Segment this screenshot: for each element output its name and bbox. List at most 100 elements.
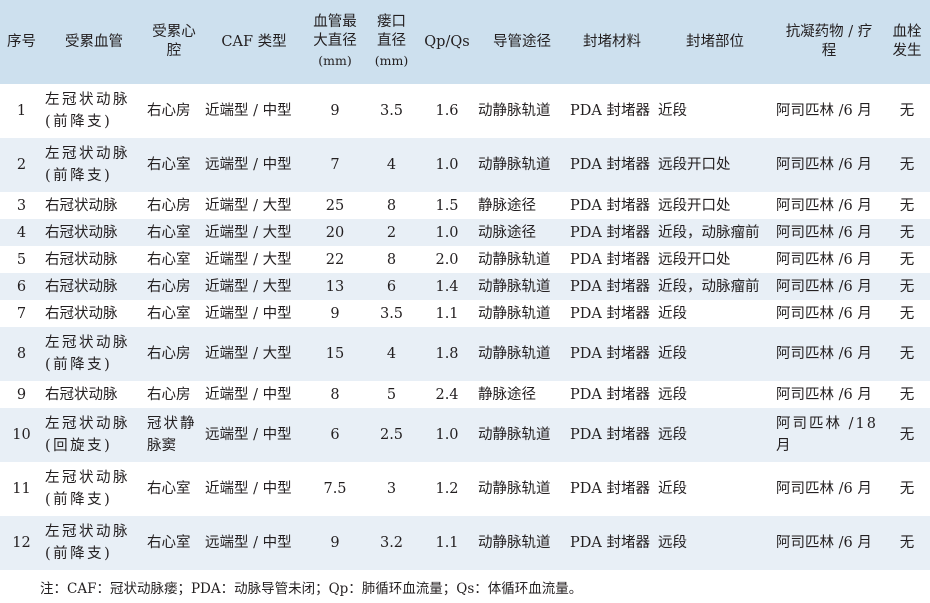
cell-caf-type: 远端型 / 中型 — [203, 516, 305, 570]
cell-text: 左冠状动脉 — [45, 470, 130, 486]
cell-text: 22 — [325, 251, 345, 268]
cell-text: 6 — [16, 278, 27, 295]
header-text: 瘘口 — [377, 14, 406, 30]
cell-text: (前降支) — [45, 114, 113, 130]
cell-no: 2 — [0, 138, 43, 192]
cell-text: 无 — [899, 157, 915, 173]
cell-text: 13 — [325, 278, 345, 295]
cell-fistula-diameter: 8 — [365, 246, 418, 273]
cell-text: PDA 封堵器 — [570, 224, 650, 241]
header-col-occluder-material: 封堵材料 — [568, 0, 656, 84]
cell-thrombus: 无 — [884, 408, 930, 462]
cell-thrombus: 无 — [884, 516, 930, 570]
cell-catheter-route: 动静脉轨道 — [476, 327, 568, 381]
header-text: 血管最 — [313, 14, 357, 30]
cell-text: 近段 — [658, 305, 687, 322]
cell-no: 1 — [0, 84, 43, 138]
cell-fistula-diameter: 3.2 — [365, 516, 418, 570]
cell-text: 右心室 — [147, 535, 191, 551]
cell-text: PDA 封堵器 — [570, 386, 650, 403]
cell-catheter-route: 动静脉轨道 — [476, 273, 568, 300]
cell-text: PDA 封堵器 — [570, 103, 650, 119]
cell-chamber: 右心房 — [145, 192, 203, 219]
cell-caf-type: 近端型 / 中型 — [203, 381, 305, 408]
cell-text: 右冠状动脉 — [45, 386, 118, 403]
cell-vessel-max-diameter: 7 — [305, 138, 365, 192]
cell-text: 远段 — [658, 535, 687, 551]
cell-qpqs: 1.0 — [418, 408, 476, 462]
cell-text: 阿司匹林 /6 月 — [776, 481, 872, 497]
header-text: 程 — [821, 43, 837, 59]
data-table-container: 序号 受累血管 受累心腔 CAF 类型 血管最 大直径 (mm) 瘘口 直径 (mm) Qp/Qs 导… — [0, 0, 930, 570]
cell-text: 脉窦 — [147, 438, 176, 454]
cell-text: 动静脉轨道 — [478, 251, 551, 268]
cell-occluder-material: PDA 封堵器 — [568, 273, 656, 300]
cell-text: 右心房 — [147, 103, 191, 119]
cell-no: 10 — [0, 408, 43, 462]
cell-text: 左冠状动脉 — [45, 524, 130, 540]
cell-text: 4 — [386, 346, 397, 362]
header-text: 受累血管 — [65, 33, 123, 50]
cell-text: 1.1 — [435, 535, 459, 551]
cell-text: PDA 封堵器 — [570, 481, 650, 497]
cell-text: 2 — [386, 224, 397, 241]
header-text: 受累心 — [152, 24, 196, 40]
cell-vessel: 右冠状动脉 — [43, 381, 145, 408]
cell-caf-type: 近端型 / 大型 — [203, 192, 305, 219]
cell-text: 1.1 — [435, 305, 459, 322]
table-row: 5 右冠状动脉 右心室 近端型 / 大型 22 8 2.0 动静脉轨道 PDA 封堵器 远段开口处… — [0, 246, 930, 273]
cell-text: 右心室 — [147, 305, 191, 322]
cell-thrombus: 无 — [884, 462, 930, 516]
table-row: 9 右冠状动脉 右心房 近端型 / 中型 8 5 2.4 静脉途径 PDA 封堵器 远段 阿司匹林 … — [0, 381, 930, 408]
cell-catheter-route: 动静脉轨道 — [476, 246, 568, 273]
table-row: 2 左冠状动脉 (前降支) 右心室 远端型 / 中型 7 4 1.0 动静脉轨道 PDA 封堵器远… — [0, 138, 930, 192]
cell-text: 近段 — [658, 346, 687, 362]
cell-text: 12 — [12, 535, 31, 551]
cell-occlusion-site: 远段开口处 — [656, 246, 774, 273]
cell-text: 无 — [899, 386, 915, 403]
cell-vessel-max-diameter: 20 — [305, 219, 365, 246]
cell-text: 无 — [899, 278, 915, 295]
cell-occluder-material: PDA 封堵器 — [568, 408, 656, 462]
cell-text: (前降支) — [45, 492, 113, 508]
cell-text: 近段 — [658, 103, 687, 119]
cell-text: 动静脉轨道 — [478, 427, 551, 443]
cell-qpqs: 1.2 — [418, 462, 476, 516]
cell-text: 静脉途径 — [478, 386, 536, 403]
cell-anticoagulation: 阿司匹林 /6 月 — [774, 300, 884, 327]
table-row: 8 左冠状动脉 (前降支) 右心房 近端型 / 大型 15 4 1.8 动静脉轨道 PDA 封堵器… — [0, 327, 930, 381]
cell-text: 6 — [386, 278, 397, 295]
cell-text: 近端型 / 中型 — [205, 103, 292, 119]
cell-vessel: 右冠状动脉 — [43, 219, 145, 246]
cell-text: 8 — [386, 197, 397, 214]
cell-text: 4 — [386, 157, 397, 173]
cell-chamber: 右心室 — [145, 138, 203, 192]
cell-text: 右冠状动脉 — [45, 251, 118, 268]
cell-no: 8 — [0, 327, 43, 381]
cell-catheter-route: 动静脉轨道 — [476, 300, 568, 327]
cell-qpqs: 1.0 — [418, 219, 476, 246]
cell-text: 右心房 — [147, 278, 191, 295]
cell-chamber: 右心室 — [145, 300, 203, 327]
cell-thrombus: 无 — [884, 381, 930, 408]
cell-qpqs: 1.1 — [418, 300, 476, 327]
cell-text: 左冠状动脉 — [45, 416, 130, 432]
cell-text: 远段开口处 — [658, 197, 731, 214]
cell-vessel-max-diameter: 15 — [305, 327, 365, 381]
cell-text: 阿司匹林 /6 月 — [776, 346, 872, 362]
cell-text: (前降支) — [45, 168, 113, 184]
table-row: 6 右冠状动脉 右心房 近端型 / 大型 13 6 1.4 动静脉轨道 PDA 封堵器 近段，动脉… — [0, 273, 930, 300]
cell-anticoagulation: 阿司匹林 /6 月 — [774, 138, 884, 192]
cell-text: 近段 — [658, 481, 687, 497]
header-col-vessel-max-diameter: 血管最 大直径 (mm) — [305, 0, 365, 84]
header-text: (mm) — [318, 53, 352, 68]
cell-text: 1.0 — [435, 427, 459, 443]
cell-text: 动静脉轨道 — [478, 481, 551, 497]
header-row: 序号 受累血管 受累心腔 CAF 类型 血管最 大直径 (mm) 瘘口 直径 (mm) Qp/Qs 导… — [0, 0, 930, 84]
cell-no: 5 — [0, 246, 43, 273]
cell-text: 右冠状动脉 — [45, 224, 118, 241]
cell-text: 静脉途径 — [478, 197, 536, 214]
cell-caf-type: 近端型 / 中型 — [203, 84, 305, 138]
cell-chamber: 右心室 — [145, 219, 203, 246]
cell-text: 1.0 — [435, 224, 459, 241]
